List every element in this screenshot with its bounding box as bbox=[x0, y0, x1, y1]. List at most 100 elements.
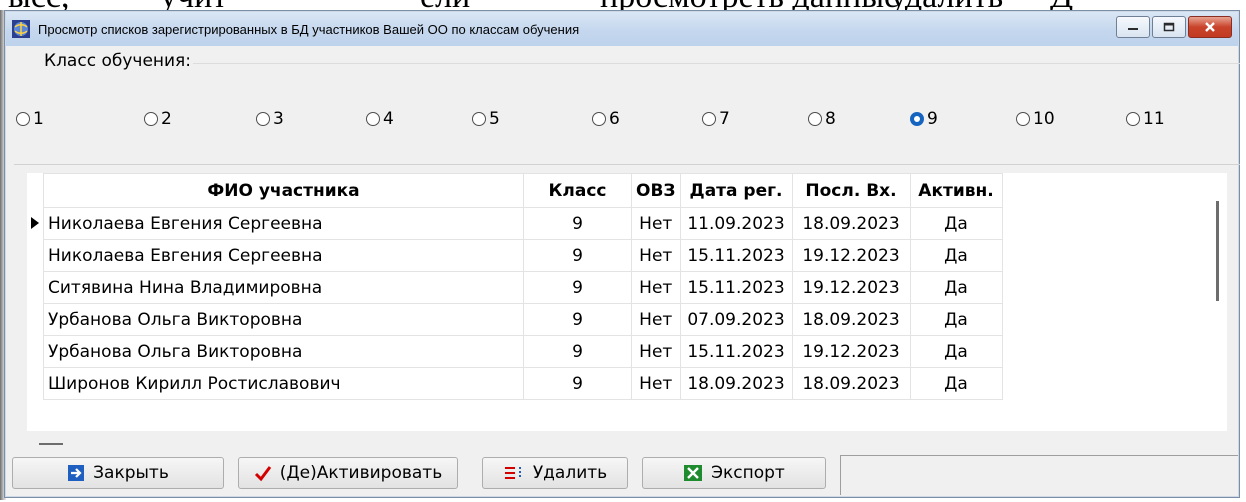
radio-indicator bbox=[256, 112, 270, 126]
cell-active[interactable]: Да bbox=[909, 335, 1003, 368]
cell-name[interactable]: Урбанова Ольга Викторовна bbox=[43, 303, 524, 336]
column-header-class[interactable]: Класс bbox=[523, 173, 632, 208]
close-button-label: Закрыть bbox=[93, 463, 169, 483]
export-button[interactable]: Экспорт bbox=[642, 457, 826, 489]
cell-name[interactable]: Николаева Евгения Сергеевна bbox=[43, 207, 524, 240]
radio-indicator bbox=[16, 112, 30, 126]
radio-class-1[interactable]: 1 bbox=[16, 109, 44, 129]
maximize-icon bbox=[1163, 22, 1175, 32]
cell-active[interactable]: Да bbox=[909, 367, 1003, 400]
exit-arrow-icon bbox=[67, 464, 85, 482]
row-indicator-column bbox=[27, 173, 43, 431]
class-selector-group: Класс обучения: 1 2 3 4 5 6 7 8 9 10 11 bbox=[14, 49, 1240, 165]
cell-ovz[interactable]: Нет bbox=[631, 367, 681, 400]
table-row[interactable]: Широнов Кирилл Ростиславович 9 Нет 18.09… bbox=[43, 367, 1003, 400]
table-row[interactable]: Ситявина Нина Владимировна 9 Нет 15.11.2… bbox=[43, 271, 1003, 304]
cell-last-login[interactable]: 19.12.2023 bbox=[791, 271, 911, 304]
cell-reg-date[interactable]: 15.11.2023 bbox=[679, 271, 793, 304]
radio-indicator bbox=[366, 112, 380, 126]
radio-class-11[interactable]: 11 bbox=[1126, 109, 1165, 129]
cell-ovz[interactable]: Нет bbox=[631, 207, 681, 240]
cell-last-login[interactable]: 19.12.2023 bbox=[791, 335, 911, 368]
delete-button-label: Удалить bbox=[532, 463, 608, 483]
radio-class-5[interactable]: 5 bbox=[472, 109, 500, 129]
cell-class[interactable]: 9 bbox=[523, 303, 632, 336]
cell-name[interactable]: Ситявина Нина Владимировна bbox=[43, 271, 524, 304]
cell-last-login[interactable]: 19.12.2023 bbox=[791, 239, 911, 272]
cell-ovz[interactable]: Нет bbox=[631, 303, 681, 336]
cell-active[interactable]: Да bbox=[909, 271, 1003, 304]
cell-name[interactable]: Урбанова Ольга Викторовна bbox=[43, 335, 524, 368]
cell-class[interactable]: 9 bbox=[523, 367, 632, 400]
activate-button[interactable]: (Де)Активировать bbox=[238, 457, 458, 489]
maximize-button[interactable] bbox=[1152, 16, 1186, 38]
cell-active[interactable]: Да bbox=[909, 207, 1003, 240]
export-button-label: Экспорт bbox=[711, 463, 785, 483]
column-header-reg-date[interactable]: Дата рег. bbox=[679, 173, 793, 208]
vertical-scrollbar[interactable] bbox=[1216, 201, 1219, 301]
table-row[interactable]: Урбанова Ольга Викторовна 9 Нет 15.11.20… bbox=[43, 335, 1003, 368]
radio-class-8[interactable]: 8 bbox=[808, 109, 836, 129]
current-row-pointer-icon bbox=[31, 217, 39, 229]
close-button[interactable]: Закрыть bbox=[12, 457, 224, 489]
radio-class-10[interactable]: 10 bbox=[1016, 109, 1055, 129]
cell-class[interactable]: 9 bbox=[523, 335, 632, 368]
radio-class-9[interactable]: 9 bbox=[910, 109, 938, 129]
table-header-row: ФИО участника Класс ОВЗ Дата рег. Посл. … bbox=[43, 173, 1003, 208]
radio-class-4[interactable]: 4 bbox=[366, 109, 394, 129]
delete-button[interactable]: Удалить bbox=[482, 457, 628, 489]
radio-class-7[interactable]: 7 bbox=[702, 109, 730, 129]
class-radio-row: 1 2 3 4 5 6 7 8 9 10 11 bbox=[14, 109, 1240, 137]
cell-ovz[interactable]: Нет bbox=[631, 239, 681, 272]
radio-class-6[interactable]: 6 bbox=[592, 109, 620, 129]
radio-class-2[interactable]: 2 bbox=[144, 109, 172, 129]
cell-name[interactable]: Николаева Евгения Сергеевна bbox=[43, 239, 524, 272]
app-globe-icon bbox=[12, 20, 30, 38]
cell-class[interactable]: 9 bbox=[523, 239, 632, 272]
button-bar: Закрыть (Де)Активировать Удалить Экспорт bbox=[6, 445, 1240, 497]
minimize-icon bbox=[1128, 28, 1138, 30]
cell-ovz[interactable]: Нет bbox=[631, 271, 681, 304]
cell-reg-date[interactable]: 15.11.2023 bbox=[679, 239, 793, 272]
window-title: Просмотр списков зарегистрированных в БД… bbox=[38, 21, 580, 37]
cell-active[interactable]: Да bbox=[909, 303, 1003, 336]
radio-indicator bbox=[1016, 112, 1030, 126]
radio-indicator bbox=[472, 112, 486, 126]
window-controls bbox=[1116, 16, 1232, 38]
radio-indicator-checked bbox=[910, 112, 924, 126]
radio-indicator bbox=[1126, 112, 1140, 126]
column-header-active[interactable]: Активн. bbox=[909, 173, 1003, 208]
cell-reg-date[interactable]: 15.11.2023 bbox=[679, 335, 793, 368]
cell-reg-date[interactable]: 07.09.2023 bbox=[679, 303, 793, 336]
class-selector-label: Класс обучения: bbox=[42, 51, 194, 71]
cell-last-login[interactable]: 18.09.2023 bbox=[791, 367, 911, 400]
radio-indicator bbox=[702, 112, 716, 126]
cell-reg-date[interactable]: 11.09.2023 bbox=[679, 207, 793, 240]
participants-table: ФИО участника Класс ОВЗ Дата рег. Посл. … bbox=[43, 173, 1003, 400]
cell-class[interactable]: 9 bbox=[523, 271, 632, 304]
cell-active[interactable]: Да bbox=[909, 239, 1003, 272]
cell-name[interactable]: Широнов Кирилл Ростиславович bbox=[43, 367, 524, 400]
table-row[interactable]: Николаева Евгения Сергеевна 9 Нет 15.11.… bbox=[43, 239, 1003, 272]
excel-export-icon bbox=[683, 464, 703, 482]
radio-indicator bbox=[808, 112, 822, 126]
title-bar[interactable]: Просмотр списков зарегистрированных в БД… bbox=[6, 12, 1238, 46]
group-divider bbox=[184, 63, 1240, 64]
column-header-last-login[interactable]: Посл. Вх. bbox=[791, 173, 911, 208]
close-window-button[interactable] bbox=[1188, 16, 1232, 38]
cell-class[interactable]: 9 bbox=[523, 207, 632, 240]
cell-last-login[interactable]: 18.09.2023 bbox=[791, 207, 911, 240]
close-icon bbox=[1205, 22, 1215, 32]
participants-grid[interactable]: ФИО участника Класс ОВЗ Дата рег. Посл. … bbox=[27, 173, 1227, 445]
minimize-button[interactable] bbox=[1116, 16, 1150, 38]
column-header-name[interactable]: ФИО участника bbox=[43, 173, 524, 208]
cell-reg-date[interactable]: 18.09.2023 bbox=[679, 367, 793, 400]
column-header-ovz[interactable]: ОВЗ bbox=[631, 173, 681, 208]
cell-last-login[interactable]: 18.09.2023 bbox=[791, 303, 911, 336]
radio-class-3[interactable]: 3 bbox=[256, 109, 284, 129]
cell-ovz[interactable]: Нет bbox=[631, 335, 681, 368]
radio-indicator bbox=[144, 112, 158, 126]
table-row[interactable]: Николаева Евгения Сергеевна 9 Нет 11.09.… bbox=[43, 207, 1003, 240]
table-row[interactable]: Урбанова Ольга Викторовна 9 Нет 07.09.20… bbox=[43, 303, 1003, 336]
radio-indicator bbox=[592, 112, 606, 126]
